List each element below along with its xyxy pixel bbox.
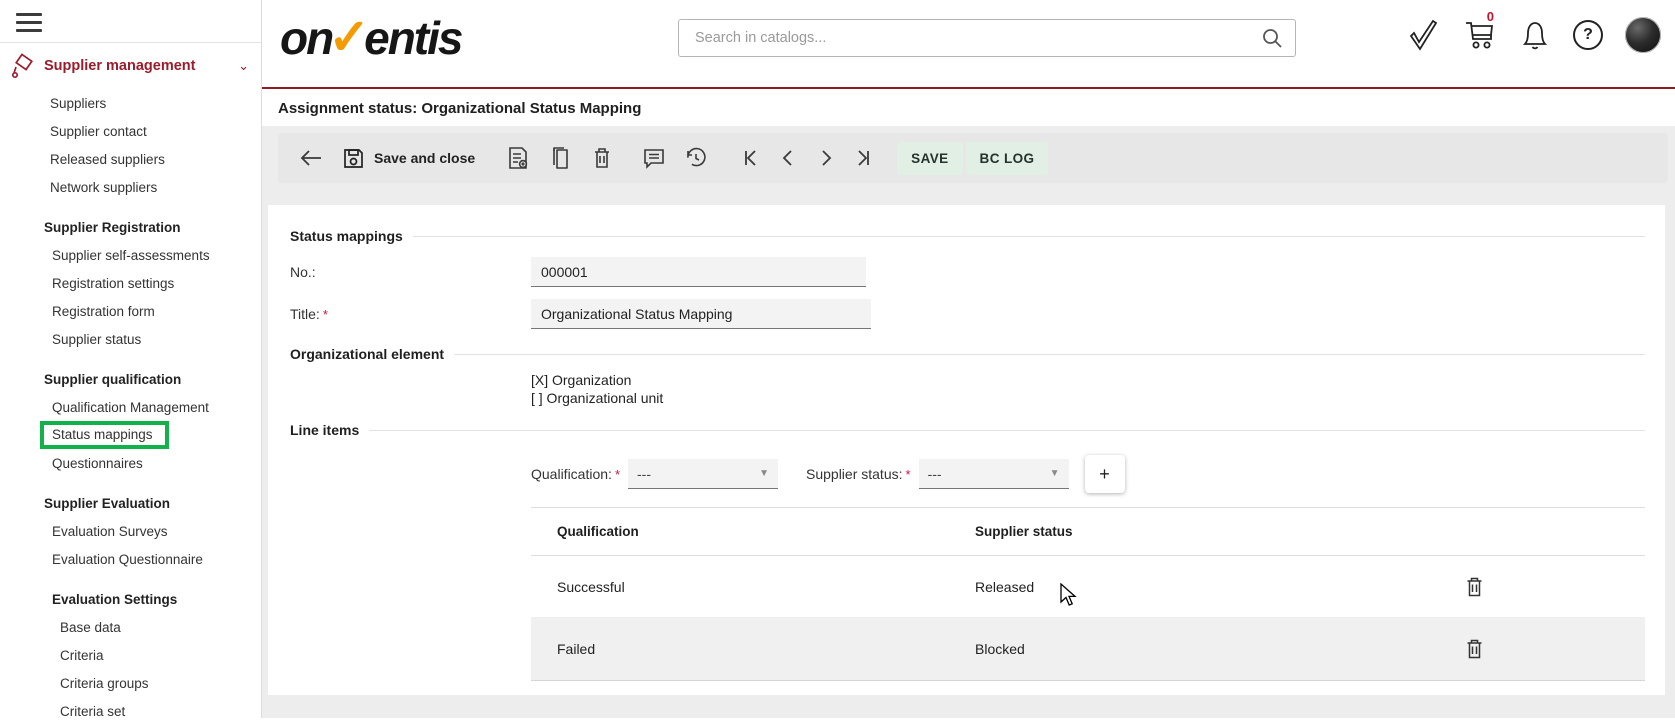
logo-check-glyph: ✓	[328, 9, 368, 65]
sidebar-item-criteria[interactable]: Criteria	[0, 641, 261, 669]
save-and-close-button[interactable]: Save and close	[342, 147, 475, 170]
search-input[interactable]	[679, 30, 1261, 46]
content-area: Save and close	[262, 126, 1675, 718]
next-record-icon[interactable]	[807, 138, 845, 178]
history-icon[interactable]	[675, 138, 717, 178]
cart-icon[interactable]: 0	[1461, 17, 1497, 53]
sidebar-heading-evaluation-settings: Evaluation Settings	[0, 585, 261, 613]
sidebar-menu-supplier-management[interactable]: Supplier management ⌄	[0, 43, 261, 89]
sidebar: Supplier management ⌄ Suppliers Supplier…	[0, 0, 262, 718]
cell-qualification: Successful	[531, 579, 975, 595]
field-row-no: No.:	[290, 257, 1645, 287]
bell-icon[interactable]	[1519, 18, 1551, 52]
cart-badge: 0	[1487, 9, 1494, 24]
page-title: Assignment status: Organizational Status…	[278, 100, 641, 117]
table-header-row: Qualification Supplier status	[531, 508, 1645, 556]
trash-icon[interactable]	[1465, 576, 1484, 598]
sidebar-item-qualification-management[interactable]: Qualification Management	[0, 393, 261, 421]
sidebar-item-suppliers[interactable]: Suppliers	[0, 89, 261, 117]
column-header-supplier-status: Supplier status	[975, 524, 1465, 539]
column-header-qualification: Qualification	[531, 524, 975, 539]
trash-icon[interactable]	[1465, 638, 1484, 660]
table-row[interactable]: Successful Released	[531, 556, 1645, 617]
record-navigation	[731, 138, 883, 178]
dropdown-caret-icon: ▼	[1050, 468, 1060, 479]
help-icon[interactable]: ?	[1573, 20, 1603, 50]
sidebar-item-supplier-self-assessments[interactable]: Supplier self-assessments	[0, 241, 261, 269]
line-items-table: Qualification Supplier status Successful…	[531, 507, 1645, 681]
section-status-mappings: Status mappings	[290, 227, 1645, 245]
sidebar-item-criteria-set[interactable]: Criteria set	[0, 697, 261, 725]
field-row-title: Title:*	[290, 299, 1645, 329]
table-row[interactable]: Failed Blocked	[531, 617, 1645, 681]
status-mappings-highlight-box[interactable]: Status mappings	[40, 421, 169, 449]
avatar[interactable]	[1625, 17, 1661, 53]
approval-check-icon[interactable]	[1407, 18, 1439, 52]
form-panel: Status mappings No.: Title:* Organizatio…	[268, 205, 1665, 695]
first-record-icon[interactable]	[731, 138, 769, 178]
sidebar-item-supplier-contact[interactable]: Supplier contact	[0, 117, 261, 145]
delete-icon[interactable]	[581, 138, 623, 178]
sidebar-item-criteria-groups[interactable]: Criteria groups	[0, 669, 261, 697]
line-item-entry-row: Qualification:* --- ▼ Supplier status:* …	[531, 455, 1645, 493]
comment-icon[interactable]	[633, 138, 675, 178]
chevron-down-icon[interactable]: ⌄	[238, 58, 249, 74]
sidebar-item-evaluation-questionnaire[interactable]: Evaluation Questionnaire	[0, 545, 261, 573]
save-button[interactable]: SAVE	[897, 142, 962, 175]
copy-icon[interactable]	[539, 138, 581, 178]
dropdown-caret-icon: ▼	[759, 468, 769, 479]
search-icon[interactable]	[1261, 27, 1283, 49]
required-marker: *	[615, 467, 620, 482]
no-label: No.:	[290, 264, 531, 280]
sidebar-item-evaluation-surveys[interactable]: Evaluation Surveys	[0, 517, 261, 545]
sidebar-menu-title: Supplier management	[44, 58, 195, 74]
section-organizational-element: Organizational element	[290, 345, 1645, 363]
hamburger-menu-icon[interactable]	[16, 13, 42, 32]
no-input[interactable]	[531, 257, 866, 287]
cell-qualification: Failed	[531, 641, 975, 657]
sidebar-item-registration-form[interactable]: Registration form	[0, 297, 261, 325]
app-header: on✓entis 0 ?	[262, 0, 1675, 89]
qualification-label: Qualification:*	[531, 466, 620, 482]
required-marker: *	[906, 467, 911, 482]
sidebar-heading-supplier-qualification: Supplier qualification	[0, 365, 261, 393]
new-document-icon[interactable]	[497, 138, 539, 178]
org-option-organizational-unit[interactable]: [ ] Organizational unit	[531, 389, 1645, 407]
sidebar-item-questionnaires[interactable]: Questionnaires	[0, 449, 261, 477]
onventis-logo: on✓entis	[280, 8, 461, 66]
sidebar-item-status-mappings[interactable]: Status mappings	[0, 421, 261, 449]
catalog-search	[678, 19, 1296, 57]
sidebar-item-network-suppliers[interactable]: Network suppliers	[0, 173, 261, 201]
add-line-item-button[interactable]: +	[1085, 455, 1125, 493]
sidebar-heading-supplier-evaluation: Supplier Evaluation	[0, 489, 261, 517]
sidebar-item-released-suppliers[interactable]: Released suppliers	[0, 145, 261, 173]
sidebar-nav: Suppliers Supplier contact Released supp…	[0, 89, 261, 725]
cell-supplier-status: Blocked	[975, 641, 1465, 657]
org-element-options: [X] Organization [ ] Organizational unit	[531, 371, 1645, 407]
title-label: Title:*	[290, 306, 531, 322]
supplier-cart-icon	[10, 53, 36, 79]
last-record-icon[interactable]	[845, 138, 883, 178]
supplier-status-dropdown[interactable]: --- ▼	[919, 459, 1069, 489]
title-input[interactable]	[531, 299, 871, 329]
sidebar-heading-supplier-registration: Supplier Registration	[0, 213, 261, 241]
toolbar: Save and close	[278, 133, 1668, 183]
sidebar-item-registration-settings[interactable]: Registration settings	[0, 269, 261, 297]
section-line-items: Line items	[290, 421, 1645, 439]
header-icons: 0 ?	[1407, 17, 1661, 53]
previous-record-icon[interactable]	[769, 138, 807, 178]
sidebar-item-supplier-status[interactable]: Supplier status	[0, 325, 261, 353]
back-icon[interactable]	[290, 138, 332, 178]
bc-log-button[interactable]: BC LOG	[966, 142, 1049, 175]
page-title-bar: Assignment status: Organizational Status…	[262, 91, 1675, 126]
cell-supplier-status: Released	[975, 579, 1465, 595]
org-option-organization[interactable]: [X] Organization	[531, 371, 1645, 389]
sidebar-item-base-data[interactable]: Base data	[0, 613, 261, 641]
qualification-dropdown[interactable]: --- ▼	[628, 459, 778, 489]
required-marker: *	[323, 307, 328, 322]
save-icon	[342, 147, 365, 170]
supplier-status-label: Supplier status:*	[806, 466, 911, 482]
